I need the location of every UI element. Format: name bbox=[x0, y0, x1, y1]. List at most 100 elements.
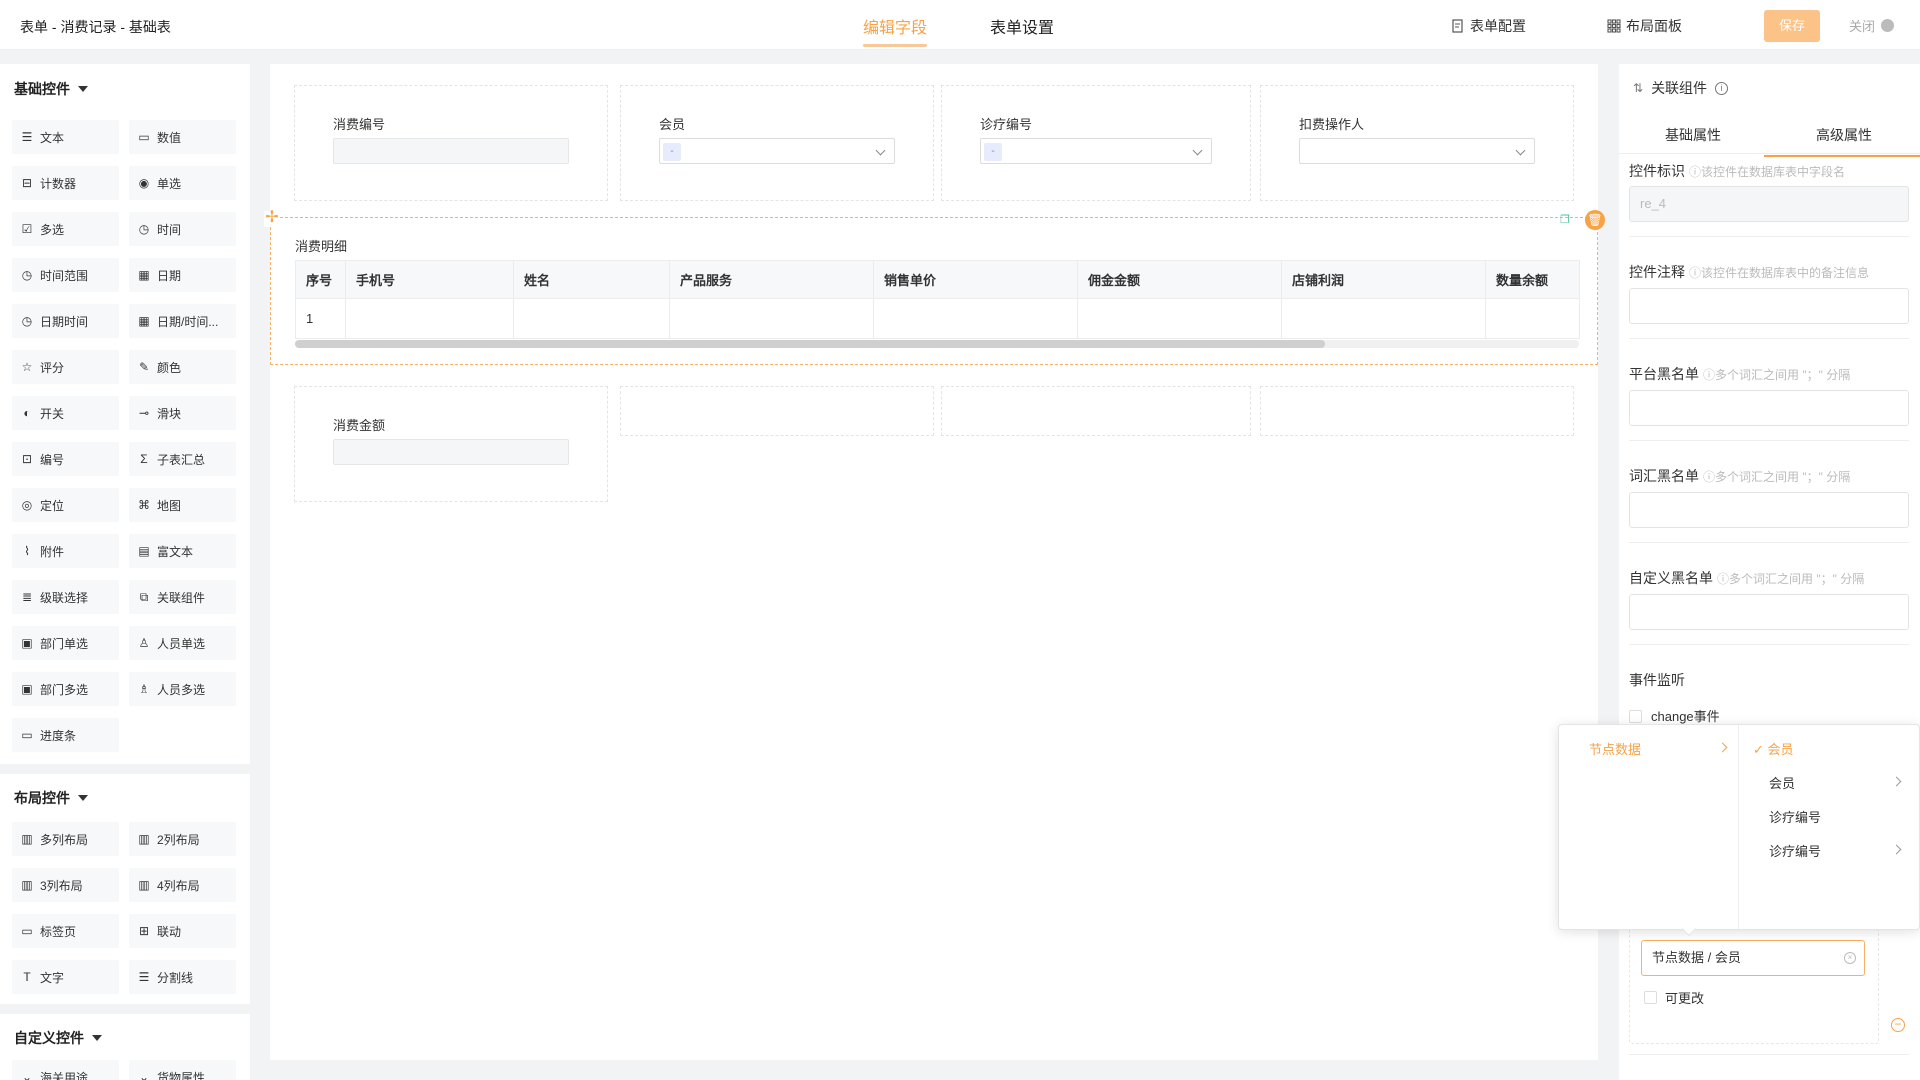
change-event-checkbox[interactable] bbox=[1629, 710, 1642, 723]
table-cell[interactable] bbox=[1077, 298, 1282, 339]
control-item[interactable]: ⌄ 海关用途 bbox=[12, 1060, 119, 1080]
control-item[interactable]: ✎ 颜色 bbox=[129, 350, 236, 384]
control-item[interactable]: ☆ 评分 bbox=[12, 350, 119, 384]
control-item[interactable]: ♙ 人员单选 bbox=[129, 626, 236, 660]
control-item[interactable]: ⌄ 货物属性 bbox=[129, 1060, 236, 1080]
copy-icon[interactable]: ❐ bbox=[1557, 212, 1573, 228]
editable-checkbox[interactable] bbox=[1644, 991, 1657, 1004]
control-item[interactable]: ⧉ 关联组件 bbox=[129, 580, 236, 614]
control-item[interactable]: ☰ 分割线 bbox=[129, 960, 236, 994]
control-item[interactable]: ◷ 时间范围 bbox=[12, 258, 119, 292]
control-item[interactable]: ▣ 部门单选 bbox=[12, 626, 119, 660]
control-item[interactable]: ◉ 单选 bbox=[129, 166, 236, 200]
horizontal-scrollbar[interactable] bbox=[295, 340, 1579, 348]
cascader-option[interactable]: 诊疗编号 bbox=[1769, 841, 1821, 860]
control-item[interactable]: ◷ 时间 bbox=[129, 212, 236, 246]
empty-cell[interactable] bbox=[620, 386, 934, 436]
control-item[interactable]: ▭ 标签页 bbox=[12, 914, 119, 948]
scrollbar-thumb[interactable] bbox=[295, 340, 1325, 348]
move-icon[interactable]: ✢ bbox=[264, 210, 280, 227]
save-button[interactable]: 保存 bbox=[1764, 10, 1820, 42]
treatment-no-select[interactable]: - bbox=[980, 138, 1212, 164]
table-cell[interactable] bbox=[345, 298, 514, 339]
empty-cell[interactable] bbox=[941, 386, 1251, 436]
control-item[interactable]: ⊡ 编号 bbox=[12, 442, 119, 476]
control-item[interactable]: ▣ 部门多选 bbox=[12, 672, 119, 706]
platform-blacklist-input[interactable] bbox=[1629, 390, 1909, 426]
control-item[interactable]: ♗ 人员多选 bbox=[129, 672, 236, 706]
tab-edit-fields[interactable]: 编辑字段 bbox=[863, 14, 928, 47]
table-cell[interactable] bbox=[669, 298, 874, 339]
control-item[interactable]: ◷ 日期时间 bbox=[12, 304, 119, 338]
control-item[interactable]: T 文字 bbox=[12, 960, 119, 994]
empty-cell[interactable] bbox=[1260, 386, 1574, 436]
field-cell-treatment-no[interactable]: 诊疗编号 - bbox=[941, 85, 1251, 201]
control-item[interactable]: Σ 子表汇总 bbox=[129, 442, 236, 476]
map-icon: ⌘ bbox=[138, 498, 150, 512]
control-item[interactable]: ◐ 开关 bbox=[12, 396, 119, 430]
custom-blacklist-input[interactable] bbox=[1629, 594, 1909, 630]
subtable-consume-detail[interactable]: ✢ ❐ 🗑 消费明细 序号 手机号 姓名 产品服务 销售单价 佣金金额 店铺利润 数量余额 1 bbox=[264, 210, 1605, 365]
consume-amount-input[interactable] bbox=[333, 439, 569, 465]
clear-icon[interactable]: × bbox=[1844, 952, 1856, 964]
control-item[interactable]: ▥ 4列布局 bbox=[129, 868, 236, 902]
control-item[interactable]: ⌇ 附件 bbox=[12, 534, 119, 568]
cascader-option[interactable]: 会员 bbox=[1769, 773, 1795, 792]
layout-controls-title[interactable]: 布局控件 bbox=[14, 788, 88, 808]
custom-icon: ⌄ bbox=[138, 1070, 150, 1080]
consume-no-input[interactable] bbox=[333, 138, 569, 164]
column-header: 产品服务 bbox=[669, 260, 874, 299]
control-item[interactable]: ⊸ 滑块 bbox=[129, 396, 236, 430]
table-cell[interactable] bbox=[1485, 298, 1580, 339]
tab-advanced-props[interactable]: 高级属性 bbox=[1764, 125, 1920, 157]
control-item[interactable]: ☰ 文本 bbox=[12, 120, 119, 154]
control-item[interactable]: ≣ 级联选择 bbox=[12, 580, 119, 614]
control-item-label: 开关 bbox=[40, 406, 65, 421]
field-cell-consume-no[interactable]: 消费编号 bbox=[294, 85, 608, 201]
field-cell-operator[interactable]: 扣费操作人 bbox=[1260, 85, 1574, 201]
radio-icon: ◉ bbox=[138, 176, 150, 190]
control-item[interactable]: ▥ 3列布局 bbox=[12, 868, 119, 902]
close-button[interactable]: 关闭 bbox=[1849, 16, 1895, 35]
custom-controls-title[interactable]: 自定义控件 bbox=[14, 1028, 102, 1048]
table-cell[interactable] bbox=[513, 298, 670, 339]
field-cell-consume-amount[interactable]: 消费金额 bbox=[294, 386, 608, 502]
form-config-button[interactable]: 表单配置 bbox=[1451, 16, 1526, 36]
panel-tabs: 基础属性 高级属性 bbox=[1619, 114, 1920, 157]
operator-select[interactable] bbox=[1299, 138, 1535, 164]
cascade-select-input[interactable]: 节点数据 / 会员 × bbox=[1641, 940, 1865, 976]
control-item[interactable]: ▥ 2列布局 bbox=[129, 822, 236, 856]
member-select[interactable]: - bbox=[659, 138, 895, 164]
table-cell[interactable] bbox=[873, 298, 1078, 339]
table-cell[interactable] bbox=[1281, 298, 1486, 339]
control-item[interactable]: ⊟ 计数器 bbox=[12, 166, 119, 200]
delete-icon[interactable]: 🗑 bbox=[1585, 210, 1605, 230]
pen-icon: ✎ bbox=[138, 360, 150, 374]
field-cell-member[interactable]: 会员 - bbox=[620, 85, 934, 201]
control-item[interactable]: ▤ 富文本 bbox=[129, 534, 236, 568]
comment-input[interactable] bbox=[1629, 288, 1909, 324]
control-item[interactable]: ⊞ 联动 bbox=[129, 914, 236, 948]
control-item[interactable]: ☑ 多选 bbox=[12, 212, 119, 246]
basic-controls-title[interactable]: 基础控件 bbox=[14, 79, 88, 99]
control-item[interactable]: ◎ 定位 bbox=[12, 488, 119, 522]
control-item[interactable]: ▥ 多列布局 bbox=[12, 822, 119, 856]
control-item[interactable]: ▭ 数值 bbox=[129, 120, 236, 154]
column-header: 序号 bbox=[295, 260, 346, 299]
control-item[interactable]: ⌘ 地图 bbox=[129, 488, 236, 522]
field-id-input[interactable]: re_4 bbox=[1629, 186, 1909, 222]
control-item-label: 日期时间 bbox=[40, 314, 89, 329]
control-item[interactable]: ▦ 日期/时间... bbox=[129, 304, 236, 338]
department-icon: ▣ bbox=[21, 682, 33, 696]
cascader-option[interactable]: ✓ 会员 bbox=[1753, 739, 1794, 758]
control-item[interactable]: ▦ 日期 bbox=[129, 258, 236, 292]
info-icon[interactable]: i bbox=[1715, 81, 1729, 95]
tab-form-settings[interactable]: 表单设置 bbox=[990, 14, 1054, 38]
tab-basic-props[interactable]: 基础属性 bbox=[1665, 125, 1721, 145]
layout-panel-button[interactable]: 布局面板 bbox=[1607, 16, 1682, 36]
cascader-option[interactable]: 诊疗编号 bbox=[1769, 807, 1821, 826]
control-item[interactable]: ▭ 进度条 bbox=[12, 718, 119, 752]
remove-icon[interactable]: − bbox=[1891, 1018, 1905, 1032]
cascader-option-node-data[interactable]: 节点数据 bbox=[1589, 739, 1641, 758]
word-blacklist-input[interactable] bbox=[1629, 492, 1909, 528]
